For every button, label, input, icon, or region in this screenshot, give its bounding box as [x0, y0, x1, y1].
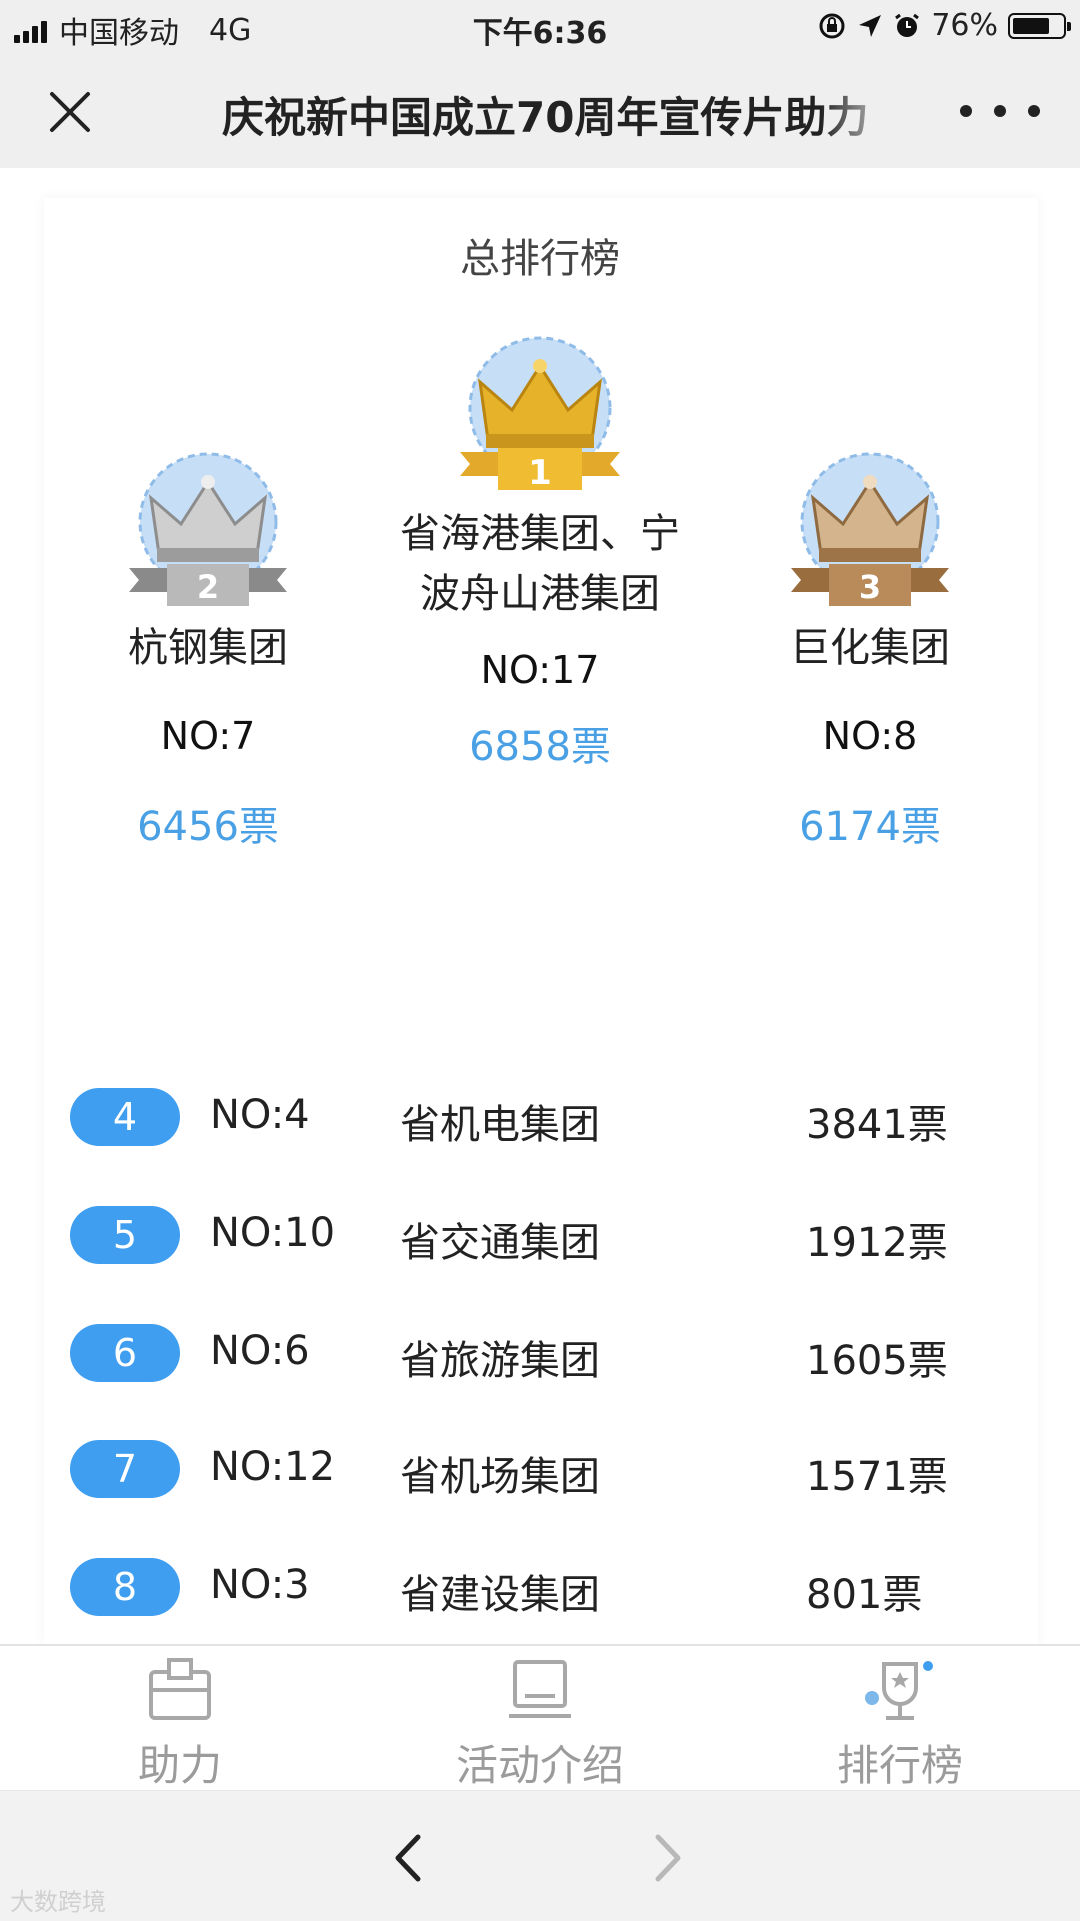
watermark: 大数跨境 — [10, 1888, 106, 1916]
list-item: 8 NO:3 省建设集团 801票 — [70, 1558, 1030, 1618]
entry-name: 省建设集团 — [400, 1572, 600, 1618]
silver-crown-icon: 2 — [129, 452, 287, 606]
bottom-tab-bar: 助力 活动介绍 排行榜 — [0, 1644, 1080, 1792]
tab-help-label: 助力 — [137, 1741, 222, 1790]
gold-crown-icon: 1 — [460, 336, 620, 493]
entry-votes: 1605票 — [806, 1338, 948, 1384]
rank-badge: 6 — [70, 1324, 180, 1382]
entry-name: 省机电集团 — [400, 1102, 600, 1148]
vote-box-icon — [149, 1658, 211, 1720]
entry-votes: 801票 — [806, 1572, 923, 1618]
entry-number: NO:4 — [210, 1092, 310, 1138]
first-number: NO:17 — [480, 648, 600, 692]
second-number: NO:7 — [160, 714, 256, 758]
browser-nav-bar — [0, 1790, 1080, 1921]
leaderboard-title: 总排行榜 — [460, 236, 620, 282]
entry-votes: 1571票 — [806, 1454, 948, 1500]
entry-number: NO:10 — [210, 1210, 336, 1256]
entry-votes: 3841票 — [806, 1102, 948, 1148]
page-title: 庆祝新中国成立70周年宣传片助力 — [222, 93, 869, 142]
battery-icon — [1008, 12, 1071, 39]
third-rank-number: 3 — [859, 568, 881, 606]
rank-badge: 4 — [70, 1088, 180, 1146]
third-name: 巨化集团 — [790, 625, 950, 671]
tab-ranking-label: 排行榜 — [836, 1741, 963, 1790]
trophy-icon — [865, 1661, 933, 1720]
first-name-line2: 波舟山港集团 — [420, 571, 660, 617]
first-name-line1: 省海港集团、宁 — [400, 511, 680, 557]
status-bar: 中国移动 4G 下午6:36 76% — [0, 0, 1080, 56]
podium-second: 2 杭钢集团 NO:7 6456票 — [58, 452, 358, 852]
tab-intro[interactable]: 活动介绍 — [390, 1658, 690, 1793]
podium-first: 1 省海港集团、宁 波舟山港集团 NO:17 6858票 — [360, 336, 720, 772]
battery-percent: 76% — [931, 8, 998, 43]
second-rank-number: 2 — [197, 568, 219, 606]
location-icon — [859, 14, 882, 37]
list-item: 6 NO:6 省旅游集团 1605票 — [70, 1324, 1030, 1384]
entry-name: 省旅游集团 — [400, 1338, 600, 1384]
rank-badge: 7 — [70, 1440, 180, 1498]
podium-third: 3 巨化集团 NO:8 6174票 — [720, 452, 1020, 852]
first-votes: 6858票 — [469, 724, 611, 770]
close-icon[interactable] — [42, 84, 98, 140]
entry-name: 省交通集团 — [400, 1220, 600, 1266]
title-bar: 庆祝新中国成立70周年宣传片助力 — [0, 56, 1080, 168]
second-votes: 6456票 — [137, 804, 279, 850]
entry-number: NO:12 — [210, 1444, 336, 1490]
entry-number: NO:3 — [210, 1562, 310, 1608]
third-number: NO:8 — [822, 714, 918, 758]
list-item: 7 NO:12 省机场集团 1571票 — [70, 1440, 1030, 1500]
more-menu-icon[interactable] — [960, 96, 1040, 126]
entry-number: NO:6 — [210, 1328, 310, 1374]
entry-name: 省机场集团 — [400, 1454, 600, 1500]
tab-intro-label: 活动介绍 — [455, 1741, 624, 1790]
first-rank-number: 1 — [528, 453, 552, 493]
list-item: 5 NO:10 省交通集团 1912票 — [70, 1206, 1030, 1266]
forward-arrow-icon[interactable] — [650, 1833, 686, 1883]
list-item: 4 NO:4 省机电集团 3841票 — [70, 1088, 1030, 1148]
rank-badge: 8 — [70, 1558, 180, 1616]
tab-help[interactable]: 助力 — [30, 1658, 330, 1793]
tab-ranking[interactable]: 排行榜 — [750, 1658, 1050, 1793]
document-icon — [509, 1660, 571, 1718]
entry-votes: 1912票 — [806, 1220, 948, 1266]
bronze-crown-icon: 3 — [791, 452, 949, 606]
third-votes: 6174票 — [799, 804, 941, 850]
second-name: 杭钢集团 — [128, 625, 288, 671]
rank-badge: 5 — [70, 1206, 180, 1264]
alarm-icon — [895, 13, 920, 37]
back-arrow-icon[interactable] — [390, 1833, 426, 1883]
rotation-lock-icon — [819, 13, 845, 38]
